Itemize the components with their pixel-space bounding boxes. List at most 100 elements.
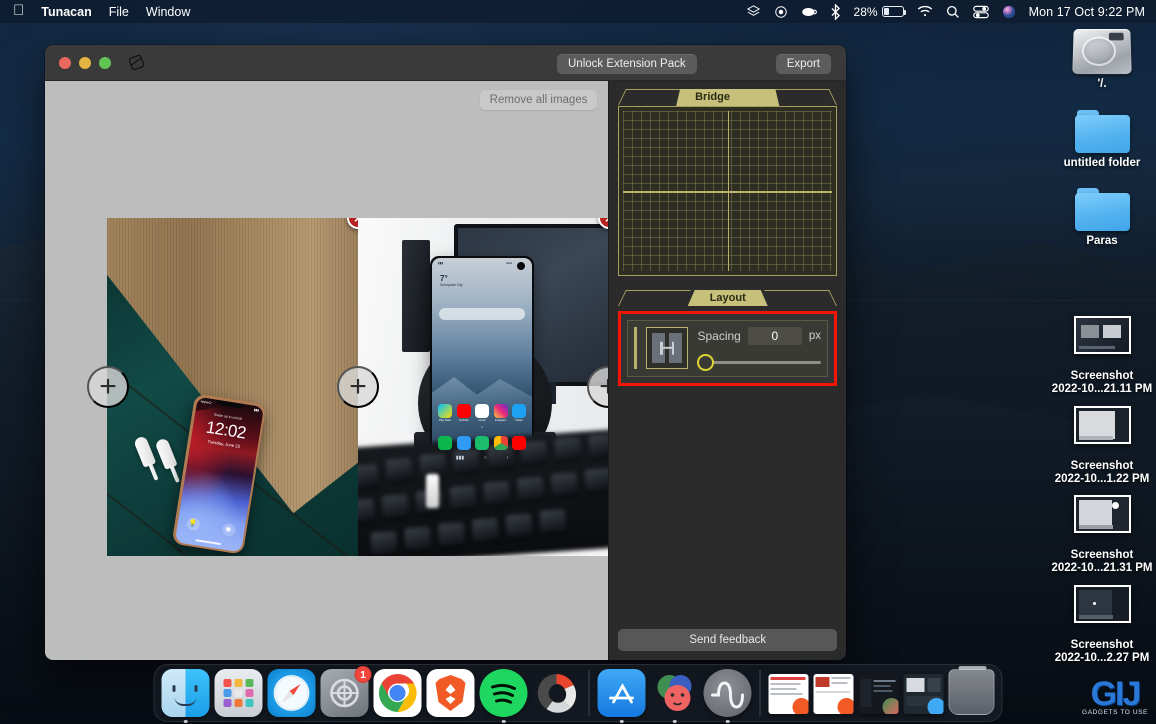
minimized-window-code[interactable] [859, 674, 899, 714]
canvas-image-samsung-charging-stand[interactable]: ▮▮▮●●● 7° Sunnyvale City Play Store YouT… [358, 218, 608, 556]
search-icon[interactable] [946, 5, 960, 19]
maximize-window-button[interactable] [99, 57, 111, 69]
close-window-button[interactable] [59, 57, 71, 69]
spacing-slider[interactable] [697, 354, 821, 370]
canvas-image-wooden-deck-iphone[interactable]: AppleCr▮▮▮ Swipe up to unlock 12:02 Tues… [107, 218, 358, 556]
app-icon-contacts [475, 436, 489, 450]
minimize-window-button[interactable] [79, 57, 91, 69]
bridge-image-preview[interactable] [618, 106, 837, 276]
window-titlebar: Unlock Extension Pack Export [45, 45, 846, 81]
window-body: Remove all images [45, 81, 846, 660]
menu-item-window[interactable]: Window [146, 5, 190, 19]
dock-item-google-chrome[interactable] [374, 669, 422, 717]
siri-icon[interactable] [1002, 5, 1016, 19]
menu-app-name[interactable]: Tunacan [41, 5, 91, 19]
bridge-image-section-header: Bridge image [618, 89, 837, 106]
export-button[interactable]: Export [776, 54, 831, 74]
desktop-icon-hard-drive[interactable]: '/. [1050, 28, 1154, 91]
minimized-window-appstore[interactable] [904, 674, 944, 714]
layout-settings-inner: Spacing 0 px [627, 320, 828, 377]
battery-icon [882, 6, 904, 17]
dock-separator-2 [760, 670, 761, 716]
trash-icon [949, 669, 995, 715]
control-center-icon[interactable] [973, 5, 989, 19]
dock-item-audio-hijack[interactable] [704, 669, 752, 717]
dock-item-system-preferences[interactable]: 1 [321, 669, 369, 717]
app-icon-play-store: Play Store [438, 404, 452, 422]
app-dock-row [438, 436, 526, 450]
dock-item-spotify[interactable] [480, 669, 528, 717]
bluetooth-icon[interactable] [830, 4, 841, 20]
remove-all-images-button[interactable]: Remove all images [480, 90, 598, 110]
dock-item-safari[interactable] [268, 669, 316, 717]
wifi-icon[interactable] [917, 5, 933, 18]
horizontal-layout-icon[interactable] [646, 327, 688, 369]
dock-item-slack-faces[interactable] [651, 669, 699, 717]
layout-section-header: Layout [618, 290, 837, 307]
screenshot-thumbnail [1074, 316, 1131, 354]
app-icon-messages [457, 436, 471, 450]
loom-icon [533, 669, 581, 717]
add-image-left-button[interactable]: + [87, 366, 129, 408]
dock-item-launchpad[interactable] [215, 669, 263, 717]
keyboard-highlight [426, 474, 439, 508]
dock-item-brave-browser[interactable] [427, 669, 475, 717]
folder-icon [1075, 188, 1130, 231]
desktop-icon-screenshot-4[interactable]: Screenshot 2022-10...2.27 PM [1050, 572, 1154, 677]
menu-item-file[interactable]: File [109, 5, 129, 19]
folder-icon [1075, 110, 1130, 153]
desktop-icon-label: Screenshot 2022-10...2.27 PM [1050, 639, 1154, 664]
desktop-icon-label: untitled folder [1050, 157, 1154, 170]
apple-logo-icon[interactable]:  [13, 3, 24, 18]
dock-separator [589, 670, 590, 716]
coffee-icon[interactable] [801, 5, 817, 19]
menu-clock[interactable]: Mon 17 Oct 9:22 PM [1029, 5, 1145, 19]
audio-hijack-icon [704, 669, 752, 717]
dock: 1 [154, 664, 1003, 722]
record-circle-icon[interactable] [774, 5, 788, 19]
desktop-icon-paras[interactable]: Paras [1050, 188, 1154, 248]
speaker [402, 240, 430, 352]
dock-item-trash[interactable] [949, 669, 995, 717]
slider-track [705, 361, 821, 364]
slider-knob[interactable] [697, 354, 714, 371]
desktop-icon-label: Screenshot 2022-10...21.11 PM [1050, 370, 1154, 395]
galaxy-homescreen: ▮▮▮●●● 7° Sunnyvale City Play Store YouT… [432, 258, 532, 464]
app-icon-twitter: Twitter [512, 404, 526, 422]
minimized-window-brave-2[interactable] [814, 674, 854, 714]
spacing-label: Spacing [697, 329, 740, 343]
window-controls [45, 57, 111, 69]
camera-icon: ◉ [221, 522, 236, 537]
flashlight-icon: 💡 [185, 516, 200, 531]
image-canvas[interactable]: Remove all images [45, 81, 608, 660]
battery-status[interactable]: 28% [854, 5, 904, 19]
bridge-center-horizontal-line [623, 191, 832, 193]
desktop-icon-label: '/. [1050, 78, 1154, 91]
desktop-icon-untitled-folder[interactable]: untitled folder [1050, 110, 1154, 170]
dock-item-app-store[interactable] [598, 669, 646, 717]
dock-item-loom[interactable] [533, 669, 581, 717]
app-icon-instagram: Instagram [494, 404, 508, 422]
sidebar-footer: Send feedback [609, 629, 846, 660]
samsung-galaxy-device: ▮▮▮●●● 7° Sunnyvale City Play Store YouT… [430, 256, 534, 466]
app-row-1: Play Store YouTube Gmail Instagram Twitt… [438, 404, 526, 422]
menu-bar:  Tunacan File Window 28% [0, 0, 1156, 23]
send-feedback-button[interactable]: Send feedback [618, 629, 837, 651]
add-image-middle-button[interactable]: + [337, 366, 379, 408]
photo-scene: ▮▮▮●●● 7° Sunnyvale City Play Store YouT… [358, 218, 608, 556]
launchpad-icon [215, 669, 263, 717]
spotify-icon [480, 669, 528, 717]
spacing-value-field[interactable]: 0 [748, 327, 802, 345]
hard-drive-icon [1072, 29, 1131, 74]
app-badge-icon [883, 698, 899, 714]
app-icon-youtube-dock [512, 436, 526, 450]
spacing-control-row: Spacing 0 px [697, 327, 821, 345]
unlock-extension-pack-button[interactable]: Unlock Extension Pack [557, 54, 697, 74]
dock-item-finder[interactable] [162, 669, 210, 717]
stack-icon[interactable] [746, 4, 761, 19]
minimized-window-brave-1[interactable] [769, 674, 809, 714]
weather-widget: 7° Sunnyvale City [440, 274, 463, 287]
rotate-square-icon[interactable] [127, 53, 146, 72]
desktop-icon-label: Paras [1050, 235, 1154, 248]
screenshot-thumbnail [1074, 585, 1131, 623]
